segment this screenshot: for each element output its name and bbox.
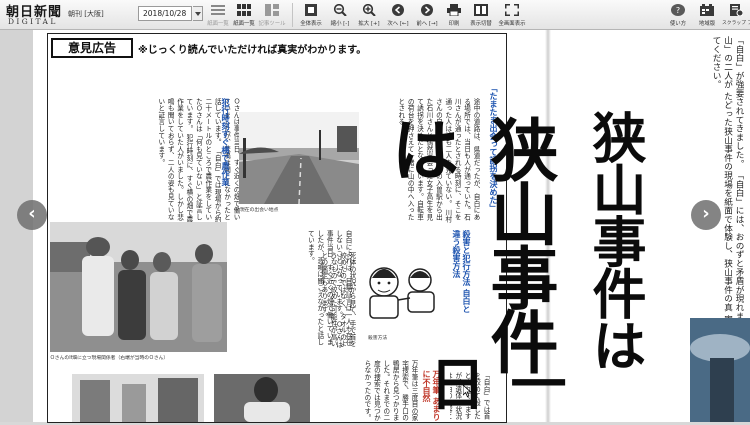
photo-bottom-left	[72, 374, 204, 422]
mouse-cursor-icon	[463, 385, 472, 397]
caption-illustration: 殺害方法	[368, 336, 388, 341]
article-tool-label: 記事ツール	[258, 21, 286, 27]
article-text: 万年筆は三度目の家宅捜索で、勝手口の鴨居から見つかりました。それまでの二度の捜索…	[362, 360, 418, 422]
view-grid-button[interactable]: 紙面一覧	[231, 2, 257, 28]
list-icon	[211, 5, 225, 15]
article-block-oda: Ｏさんは事件当日、すぐ近くの畑で働いていましたが、悲鳴は聞こえなかったと話してい…	[70, 98, 240, 226]
print-label: 印刷	[448, 21, 460, 27]
fullscreen-label: 全画面表示	[498, 21, 526, 27]
article-block-murder: 死体の状況から見て、手で首を絞めたのではなく、タオルのようなもので絞めた可能性が…	[300, 252, 356, 352]
fit-page-label: 全体表示	[300, 21, 322, 27]
zoom-out-label: 縮小 [-]	[330, 21, 350, 27]
app-logo[interactable]: 朝日新聞 DIGITAL	[6, 1, 64, 28]
article-text: たどった狭山事件の現場を紙面で体験し、狭山事件の真	[722, 91, 733, 312]
illustration-murder-method	[358, 252, 446, 332]
ad-subtitle: ※じっくり読んでいただければ真実がわかります。	[138, 45, 367, 56]
edition-label: 朝刊 [大阪]	[68, 10, 104, 18]
logo-sub-text: DIGITAL	[8, 17, 58, 26]
fit-page-icon	[305, 4, 317, 16]
next-page-label: 次へ [←]	[387, 21, 409, 27]
caption-people: ＯさんのIf畑に立つ現場関係者（右端が当時のＯさん）	[50, 356, 169, 361]
toolbar-divider	[292, 3, 293, 27]
date-select[interactable]: 2018/10/28	[138, 6, 192, 21]
next-page-icon	[392, 4, 404, 16]
zoom-in-label: 拡大 [+]	[358, 21, 380, 27]
photo-right-bottom	[690, 318, 750, 422]
photo-bottom-person-image	[214, 374, 310, 422]
grid-icon	[237, 4, 251, 16]
illustration-image	[369, 267, 435, 319]
fit-page-button[interactable]: 全体表示	[297, 2, 325, 28]
prev-page-icon	[421, 4, 433, 16]
article-tool-button[interactable]: 記事ツール	[257, 2, 287, 28]
article-text: 死体の状況から見て、手で首を絞めたのではなく、タオルのようなもので絞めた可能性が…	[319, 252, 356, 348]
chevron-down-icon[interactable]	[193, 6, 203, 21]
zoom-in-icon	[362, 4, 376, 16]
view-list-label: 紙面一覧	[207, 21, 229, 27]
prev-spread-button[interactable]: ‹	[17, 200, 47, 230]
photo-people	[50, 222, 227, 352]
zoom-out-icon	[333, 4, 347, 16]
headline-farm: 犯行時刻すぐ横で農作業	[221, 98, 231, 186]
photo-bottom-left-image	[72, 374, 204, 422]
article-text: 「自白」が強要されてきました。	[734, 36, 744, 168]
photo-road-image	[239, 112, 359, 204]
scrapbook-button[interactable]: スクラップ ブック	[722, 2, 750, 28]
prev-page-button[interactable]: 前へ [→]	[413, 2, 441, 28]
caption-road: 現在の出会い地点	[240, 208, 279, 213]
big-headline-bottom: 一日	[420, 355, 567, 407]
view-grid-label: 紙面一覧	[233, 21, 255, 27]
scrapbook-label: スクラップ ブック	[722, 21, 750, 26]
layout-icon	[265, 4, 279, 16]
region-icon	[700, 4, 714, 16]
display-toggle-label: 表示切替	[470, 21, 492, 27]
help-button[interactable]: ? 使い方	[665, 2, 691, 28]
toolbar: 朝日新聞 DIGITAL 朝刊 [大阪] 2018/10/28 紙面一覧 紙面一…	[0, 0, 750, 30]
article-block-right: 「自白」が強要されてきました。 「自白」には、おのずと矛盾が現れます。「狭山」の…	[682, 36, 744, 356]
help-label: 使い方	[669, 21, 687, 27]
fullscreen-icon	[505, 4, 519, 16]
big-headline-right: 狭山事件は	[583, 110, 647, 370]
fullscreen-button[interactable]: 全画面表示	[496, 2, 528, 28]
help-icon: ?	[671, 4, 685, 16]
prev-page-label: 前へ [→]	[416, 21, 438, 27]
zoom-out-button[interactable]: 縮小 [-]	[326, 2, 354, 28]
next-page-button[interactable]: 次へ [←]	[384, 2, 412, 28]
ad-label: 意見広告	[51, 38, 133, 58]
region-button[interactable]: 地域版	[694, 2, 720, 28]
display-toggle-icon	[474, 4, 488, 16]
view-list-button[interactable]: 紙面一覧	[205, 2, 231, 28]
photo-people-image	[50, 222, 227, 352]
photo-right-bottom-image	[690, 318, 750, 422]
print-button[interactable]: 印刷	[442, 2, 466, 28]
photo-road	[239, 112, 359, 204]
print-icon	[447, 4, 461, 16]
zoom-in-button[interactable]: 拡大 [+]	[355, 2, 383, 28]
photo-bottom-person	[214, 374, 310, 422]
article-block-pen: 万年筆は三度目の家宅捜索で、勝手口の鴨居から見つかりました。それまでの二度の捜索…	[318, 360, 418, 422]
region-label: 地域版	[698, 21, 716, 27]
next-spread-button[interactable]: ›	[691, 200, 721, 230]
scrapbook-icon	[729, 4, 743, 16]
display-toggle-button[interactable]: 表示切替	[467, 2, 495, 28]
